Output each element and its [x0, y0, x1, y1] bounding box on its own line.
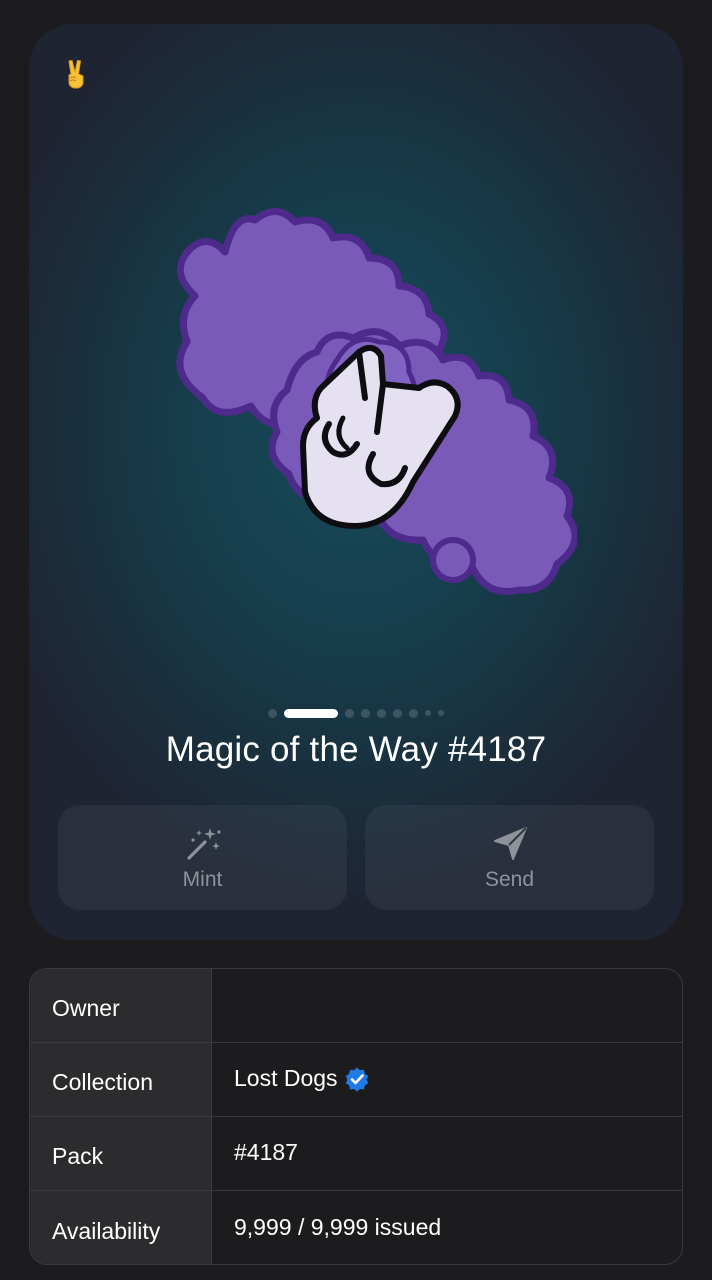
- availability-key: Availability: [30, 1191, 212, 1264]
- collection-value-cell[interactable]: Lost Dogs: [212, 1043, 682, 1116]
- magic-wand-icon: [186, 827, 221, 860]
- nft-details-table: Owner Collection Lost Dogs Pack #4187 Av…: [29, 968, 683, 1265]
- pack-key: Pack: [30, 1117, 212, 1190]
- pagination-dot[interactable]: [268, 708, 277, 718]
- mint-button[interactable]: Mint: [58, 805, 347, 910]
- table-row-owner: Owner: [30, 969, 682, 1043]
- mint-label: Mint: [182, 867, 223, 891]
- pagination-dot-active[interactable]: [284, 708, 338, 718]
- carousel-pagination: [29, 708, 683, 718]
- owner-key: Owner: [30, 969, 212, 1042]
- pagination-dot[interactable]: [393, 708, 402, 718]
- pagination-dot[interactable]: [409, 708, 418, 718]
- victory-hand-emoji-icon: [68, 59, 84, 89]
- pagination-dot[interactable]: [345, 708, 354, 718]
- pagination-dot[interactable]: [377, 708, 386, 718]
- table-row-collection: Collection Lost Dogs: [30, 1043, 682, 1117]
- pagination-dot[interactable]: [438, 710, 444, 716]
- pagination-dot[interactable]: [361, 708, 370, 718]
- paper-plane-icon: [493, 826, 527, 860]
- owner-value[interactable]: [212, 969, 682, 1042]
- availability-value: 9,999 / 9,999 issued: [234, 1213, 442, 1240]
- nft-artwork: [176, 208, 577, 595]
- verified-badge-icon: [345, 1067, 368, 1091]
- table-row-availability: Availability 9,999 / 9,999 issued: [30, 1191, 682, 1264]
- pack-value: #4187: [234, 1139, 298, 1165]
- send-button[interactable]: Send: [365, 805, 654, 910]
- nft-card: Magic of the Way #4187 Mint Send: [29, 24, 683, 940]
- send-label: Send: [484, 867, 535, 891]
- collection-name[interactable]: Lost Dogs: [234, 1065, 338, 1092]
- nft-title: Magic of the Way #4187: [165, 730, 547, 769]
- pagination-dot[interactable]: [425, 710, 431, 716]
- table-row-pack: Pack #4187: [30, 1117, 682, 1191]
- collection-key: Collection: [30, 1043, 212, 1116]
